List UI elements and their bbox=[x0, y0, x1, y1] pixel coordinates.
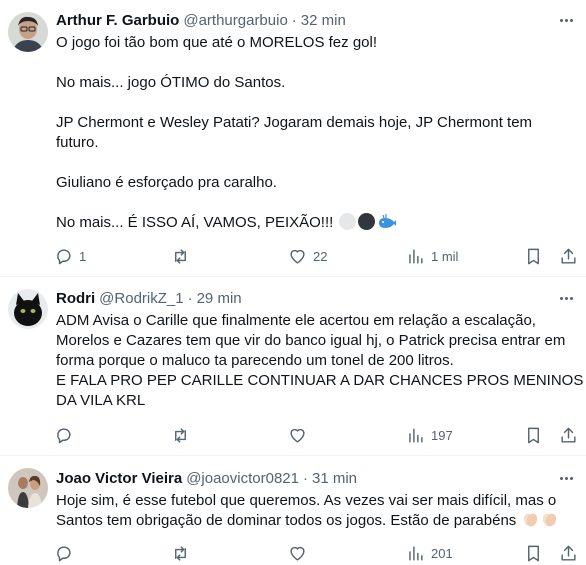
bookmark-button[interactable] bbox=[524, 423, 543, 447]
bookmark-button[interactable] bbox=[524, 244, 543, 268]
bookmark-button[interactable] bbox=[524, 541, 543, 565]
like-button[interactable]: 22 bbox=[288, 244, 327, 268]
tweet-line: futuro. bbox=[56, 134, 99, 151]
tweet-line: Giuliano é esforçado pra caralho. bbox=[56, 174, 277, 191]
clapping-hands-emoji bbox=[541, 511, 558, 534]
reply-icon bbox=[57, 248, 71, 264]
tweet-line: No mais... jogo ÓTIMO do Santos. bbox=[56, 74, 286, 91]
author-handle[interactable]: @arthurgarbuio bbox=[183, 12, 287, 29]
reply-button[interactable]: 1 bbox=[54, 244, 86, 268]
more-options-icon[interactable] bbox=[556, 10, 576, 30]
like-button[interactable] bbox=[288, 541, 307, 565]
bookmark-icon bbox=[528, 545, 539, 561]
tweet-line: Hoje sim, é esse futebol que queremos. A… bbox=[56, 492, 557, 509]
tweet-line: ADM Avisa o Carille que finalmente ele a… bbox=[56, 312, 536, 329]
whale-emoji bbox=[377, 213, 397, 236]
timestamp[interactable]: 31 min bbox=[312, 470, 357, 487]
more-options-icon[interactable] bbox=[556, 288, 576, 308]
author-name[interactable]: Joao Victor Vieira bbox=[56, 470, 182, 487]
timestamp[interactable]: 32 min bbox=[301, 12, 346, 29]
tweet-header: Joao Victor Vieira @joaovictor0821 · 31 … bbox=[56, 468, 357, 488]
like-button[interactable] bbox=[288, 423, 307, 447]
analytics-icon bbox=[409, 427, 423, 443]
tweet-1[interactable]: Arthur F. Garbuio @arthurgarbuio · 32 mi… bbox=[0, 0, 586, 276]
bookmark-icon bbox=[528, 248, 539, 264]
reply-icon bbox=[57, 545, 71, 561]
heart-icon bbox=[290, 249, 305, 264]
separator-dot: · bbox=[302, 469, 308, 487]
reply-button[interactable] bbox=[54, 541, 73, 565]
view-count: 1 mil bbox=[431, 248, 459, 264]
clapping-hands-emoji bbox=[522, 511, 539, 534]
tweet-text: Hoje sim, é esse futebol que queremos. A… bbox=[56, 491, 558, 534]
timestamp[interactable]: 29 min bbox=[197, 290, 242, 307]
separator-dot: · bbox=[187, 289, 193, 307]
more-options-icon[interactable] bbox=[556, 468, 576, 488]
tweet-actions: 197 bbox=[50, 423, 580, 447]
retweet-button[interactable] bbox=[171, 423, 190, 447]
share-button[interactable] bbox=[559, 244, 578, 268]
tweet-line: Santos tem obrigação de dominar todos os… bbox=[56, 511, 558, 534]
heart-icon bbox=[290, 428, 305, 443]
bookmark-icon bbox=[528, 427, 539, 443]
author-handle[interactable]: @RodrikZ_1 bbox=[99, 290, 183, 307]
share-icon bbox=[561, 248, 576, 264]
views-button[interactable]: 201 bbox=[406, 541, 453, 565]
view-count: 201 bbox=[431, 545, 453, 561]
tweet-text: ADM Avisa o Carille que finalmente ele a… bbox=[56, 311, 583, 411]
reply-icon bbox=[57, 427, 71, 443]
retweet-button[interactable] bbox=[171, 244, 190, 268]
tweet-line-text: Santos tem obrigação de dominar todos os… bbox=[56, 512, 517, 529]
like-count: 22 bbox=[313, 248, 328, 264]
tweet-line: forma porque o maluco ta parecendo um to… bbox=[56, 352, 454, 369]
tweet-line: Morelos e Cazares tem que vir do banco i… bbox=[56, 332, 566, 349]
share-icon bbox=[561, 427, 576, 443]
share-button[interactable] bbox=[559, 541, 578, 565]
share-icon bbox=[561, 545, 576, 561]
tweet-actions: 1 22 1 mil bbox=[50, 244, 580, 268]
black-circle-emoji bbox=[358, 213, 376, 230]
views-button[interactable]: 1 mil bbox=[406, 244, 458, 268]
author-name[interactable]: Arthur F. Garbuio bbox=[56, 12, 179, 29]
analytics-icon bbox=[409, 545, 423, 561]
retweet-icon bbox=[175, 427, 186, 443]
avatar[interactable] bbox=[8, 468, 48, 508]
retweet-button[interactable] bbox=[171, 541, 190, 565]
author-name[interactable]: Rodri bbox=[56, 290, 95, 307]
view-count: 197 bbox=[431, 427, 453, 443]
tweet-header: Rodri @RodrikZ_1 · 29 min bbox=[56, 288, 242, 308]
reply-button[interactable] bbox=[54, 423, 79, 447]
white-circle-emoji bbox=[339, 213, 357, 230]
separator-dot: · bbox=[291, 11, 297, 29]
tweet-line: E FALA PRO PEP CARILLE CONTINUAR A DAR C… bbox=[56, 372, 584, 389]
retweet-icon bbox=[175, 545, 186, 561]
tweet-2[interactable]: Rodri @RodrikZ_1 · 29 min ADM Avisa o Ca… bbox=[0, 277, 586, 455]
avatar[interactable] bbox=[8, 289, 48, 329]
tweet-actions: 201 bbox=[50, 541, 580, 565]
tweet-line: JP Chermont e Wesley Patati? Jogaram dem… bbox=[56, 114, 533, 131]
author-handle[interactable]: @joaovictor0821 bbox=[186, 470, 299, 487]
tweet-line: O jogo foi tão bom que até o MORELOS fez… bbox=[56, 34, 378, 51]
avatar[interactable] bbox=[8, 12, 48, 52]
tweet-header: Arthur F. Garbuio @arthurgarbuio · 32 mi… bbox=[56, 10, 346, 30]
tweet-line: No mais... É ISSO AÍ, VAMOS, PEIXÃO!!! bbox=[56, 213, 532, 236]
tweet-3[interactable]: Joao Victor Vieira @joaovictor0821 · 31 … bbox=[0, 456, 586, 563]
retweet-icon bbox=[175, 248, 186, 264]
analytics-icon bbox=[409, 248, 423, 264]
views-button[interactable]: 197 bbox=[406, 423, 453, 447]
tweet-line-text: No mais... É ISSO AÍ, VAMOS, PEIXÃO!!! bbox=[56, 214, 334, 231]
heart-icon bbox=[290, 546, 305, 561]
tweet-text: O jogo foi tão bom que até o MORELOS fez… bbox=[56, 33, 532, 236]
tweet-line: DA VILA KRL bbox=[56, 392, 146, 409]
reply-count: 1 bbox=[79, 248, 87, 264]
share-button[interactable] bbox=[559, 423, 578, 447]
